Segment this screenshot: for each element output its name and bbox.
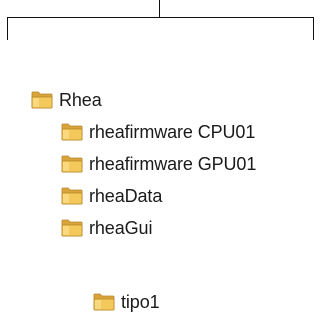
folder-icon — [61, 187, 83, 205]
tree-item-label: rheaData — [89, 186, 163, 206]
tree-item-rheafirmware-gpu01[interactable]: rheafirmware GPU01 — [60, 152, 256, 176]
tree-item-rheadata[interactable]: rheaData — [60, 184, 162, 208]
folder-icon — [61, 219, 83, 237]
folder-tree: Rhea rheafirmware CPU01 rheafirmware GPU… — [0, 0, 324, 327]
tree-item-label: rheaGui — [89, 218, 153, 238]
folder-icon — [93, 293, 115, 311]
tree-item-rhea[interactable]: Rhea — [30, 88, 102, 112]
folder-icon — [61, 123, 83, 141]
tree-item-label: Rhea — [59, 90, 102, 110]
folder-icon — [61, 155, 83, 173]
tree-item-label: tipo1 — [121, 292, 160, 312]
tree-item-tipo1[interactable]: tipo1 — [92, 290, 160, 314]
tree-item-rheagui[interactable]: rheaGui — [60, 216, 152, 240]
folder-icon — [31, 91, 53, 109]
tree-item-rheafirmware-cpu01[interactable]: rheafirmware CPU01 — [60, 120, 255, 144]
tree-item-label: rheafirmware GPU01 — [89, 154, 257, 174]
tree-item-label: rheafirmware CPU01 — [89, 122, 256, 142]
